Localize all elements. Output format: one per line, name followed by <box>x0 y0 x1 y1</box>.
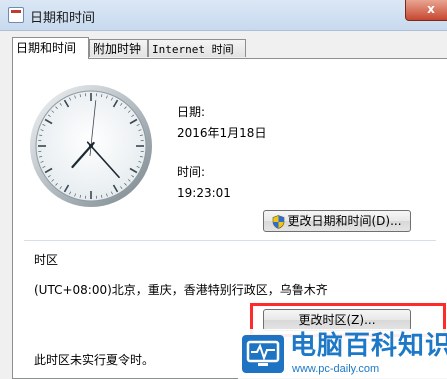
tab-internet-time-label: Internet 时间 <box>152 43 234 56</box>
change-date-time-label: 更改日期和时间(D)... <box>287 214 402 228</box>
date-label: 日期: <box>177 105 206 119</box>
watermark: 电脑百科知识 www.pc-daily.com <box>238 329 447 379</box>
uac-shield-icon <box>273 214 285 229</box>
watermark-text: 电脑百科知识 <box>290 331 447 361</box>
timezone-value: (UTC+08:00)北京，重庆，香港特别行政区，乌鲁木齐 <box>34 283 328 297</box>
time-label: 时间: <box>177 165 206 179</box>
monitor-logo-icon <box>242 335 284 373</box>
timezone-heading: 时区 <box>34 253 59 267</box>
date-value: 2016年1月18日 <box>177 126 267 140</box>
tab-date-time[interactable]: 日期和时间 <box>12 37 89 59</box>
tab-internet-time[interactable]: Internet 时间 <box>148 39 246 57</box>
window-title: 日期和时间 <box>30 11 96 26</box>
change-timezone-label: 更改时区(Z)... <box>298 313 376 327</box>
section-divider <box>24 240 436 241</box>
analog-clock <box>30 85 152 207</box>
change-date-time-button[interactable]: 更改日期和时间(D)... <box>263 210 411 232</box>
dst-note: 此时区未实行夏令时。 <box>34 353 155 367</box>
calendar-icon <box>8 7 24 23</box>
change-timezone-button[interactable]: 更改时区(Z)... <box>263 309 411 331</box>
close-button[interactable]: x <box>405 0 447 21</box>
watermark-url: www.pc-daily.com <box>292 363 380 375</box>
time-value: 19:23:01 <box>177 186 231 200</box>
title-bar: 日期和时间 x <box>0 0 447 31</box>
tab-additional-clocks[interactable]: 附加时钟 <box>89 39 148 57</box>
